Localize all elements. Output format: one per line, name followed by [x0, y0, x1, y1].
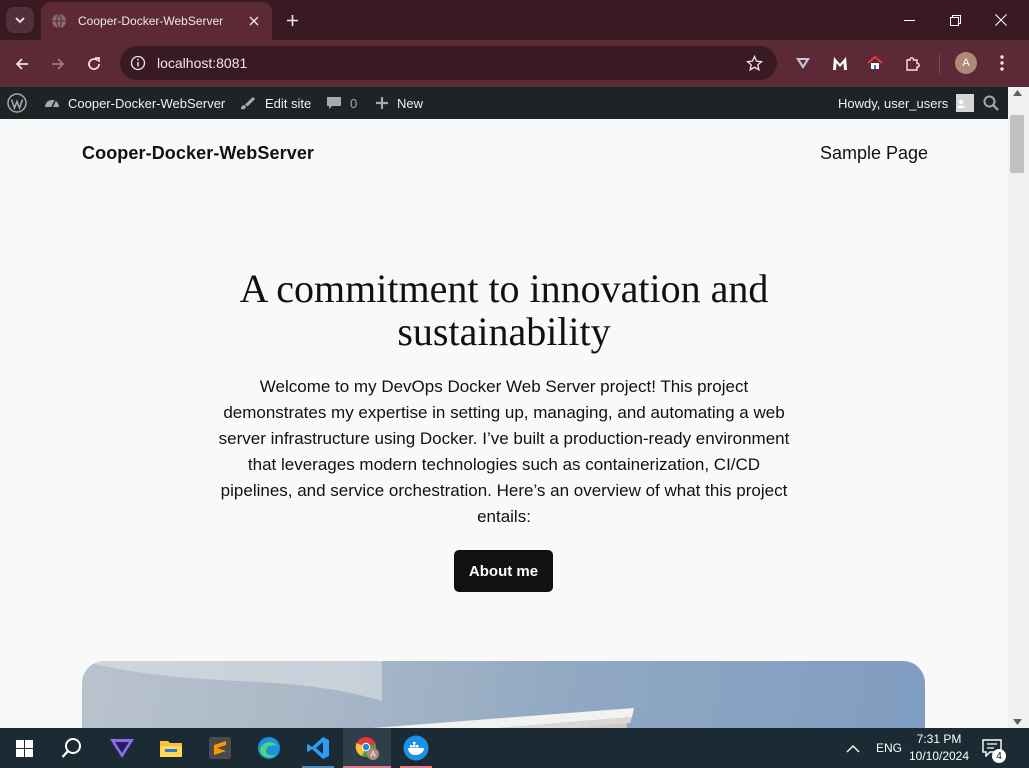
- new-label: New: [397, 95, 424, 111]
- sublime-text-icon: [209, 737, 231, 759]
- new-content-menu[interactable]: New: [375, 87, 423, 119]
- docker-icon: [403, 735, 429, 761]
- malwarebytes-button[interactable]: [830, 53, 850, 73]
- site-name-menu[interactable]: Cooper-Docker-WebServer: [44, 87, 225, 119]
- profile-avatar[interactable]: A: [955, 52, 977, 74]
- menu-dots-icon: [1000, 55, 1004, 71]
- scroll-up-icon[interactable]: [1013, 90, 1022, 96]
- edge-icon: [258, 737, 280, 759]
- hero-building-image: [82, 661, 925, 728]
- extensions-button[interactable]: [902, 53, 922, 73]
- taskbar-edge[interactable]: [245, 728, 293, 768]
- taskbar-proton-vpn[interactable]: [98, 728, 146, 768]
- clock-date: 10/10/2024: [908, 749, 970, 763]
- browser-tab-active[interactable]: Cooper-Docker-WebServer: [41, 2, 272, 40]
- proton-vpn-icon: [110, 739, 134, 758]
- clock-time: 7:31 PM: [916, 732, 962, 746]
- minimize-button[interactable]: [886, 0, 932, 40]
- taskbar-search-button[interactable]: [48, 728, 96, 768]
- scroll-thumb[interactable]: [1010, 115, 1024, 173]
- site-name-label: Cooper-Docker-WebServer: [68, 95, 226, 111]
- windows-start-icon: [15, 739, 33, 757]
- wordpress-icon: [7, 93, 27, 113]
- tab-search-icon: [15, 17, 25, 24]
- forward-icon: [52, 58, 65, 70]
- browser-toolbar: localhost:8081 A: [0, 40, 1029, 87]
- comment-icon: [327, 97, 341, 109]
- wp-admin-bar: Cooper-Docker-WebServer Edit site 0 New …: [0, 87, 1029, 119]
- system-clock[interactable]: 7:31 PM 10/10/2024: [906, 731, 972, 765]
- tray-overflow-button[interactable]: [846, 728, 860, 768]
- windows-taskbar: A ENG 7:31 PM 10/10/2024: [0, 728, 1029, 768]
- vscode-icon: [307, 737, 329, 759]
- malwarebytes-icon: [833, 57, 847, 70]
- notification-count-badge: 4: [992, 749, 1006, 763]
- file-explorer-icon: [160, 741, 182, 757]
- new-tab-button[interactable]: [282, 10, 302, 30]
- hero-description: Welcome to my DevOps Docker Web Server p…: [218, 377, 790, 526]
- nav-sample-page[interactable]: Sample Page: [820, 143, 928, 164]
- close-icon[interactable]: [246, 13, 262, 29]
- taskbar-vscode[interactable]: [294, 728, 342, 768]
- forward-button[interactable]: [46, 52, 70, 76]
- taskbar-sublime-text[interactable]: [196, 728, 244, 768]
- back-button[interactable]: [10, 52, 34, 76]
- home-extension-button[interactable]: [865, 53, 885, 73]
- site-info-icon[interactable]: [129, 54, 147, 72]
- wordpress-logo-menu[interactable]: [7, 87, 35, 119]
- home-extension-icon: [867, 55, 883, 69]
- start-button[interactable]: [0, 728, 48, 768]
- minimize-icon: [903, 19, 915, 21]
- comments-count: 0: [350, 95, 358, 111]
- vpn-extension-icon: [796, 58, 810, 69]
- vpn-extension-button[interactable]: [793, 53, 813, 73]
- star-icon[interactable]: [745, 54, 763, 72]
- address-bar[interactable]: localhost:8081: [120, 46, 777, 80]
- taskbar-docker[interactable]: [392, 728, 440, 768]
- admin-search-button[interactable]: [983, 87, 1007, 119]
- edit-site-label: Edit site: [265, 95, 312, 111]
- chevron-up-icon: [846, 744, 860, 752]
- search-icon: [983, 95, 999, 111]
- toolbar-separator: [939, 54, 940, 74]
- tab-search-button[interactable]: [6, 7, 34, 33]
- site-title-link[interactable]: Cooper-Docker-WebServer: [82, 143, 314, 164]
- dashboard-icon: [45, 100, 59, 108]
- scroll-down-icon[interactable]: [1013, 719, 1022, 725]
- hero-heading: A commitment to innovation and sustainab…: [239, 266, 769, 354]
- tab-title: Cooper-Docker-WebServer: [78, 14, 224, 28]
- brush-icon: [241, 97, 255, 110]
- back-icon: [15, 58, 28, 70]
- close-icon: [995, 14, 1007, 26]
- url-text[interactable]: localhost:8081: [157, 55, 247, 71]
- page-viewport: Cooper-Docker-WebServer Sample Page A co…: [0, 119, 1008, 728]
- taskbar-chrome[interactable]: A: [343, 728, 391, 768]
- comments-link[interactable]: 0: [326, 87, 357, 119]
- reload-icon: [88, 57, 100, 70]
- plus-icon: [286, 14, 298, 26]
- language-indicator[interactable]: ENG: [876, 728, 902, 768]
- chrome-icon: A: [355, 737, 379, 760]
- chrome-profile-badge: A: [370, 750, 376, 759]
- taskbar-file-explorer[interactable]: [147, 728, 195, 768]
- page-scrollbar[interactable]: [1008, 87, 1029, 728]
- browser-tab-bar: Cooper-Docker-WebServer: [0, 0, 1029, 40]
- howdy-label: Howdy, user_users: [838, 95, 949, 111]
- my-account-menu[interactable]: Howdy, user_users: [838, 87, 975, 119]
- reload-button[interactable]: [82, 52, 106, 76]
- restore-icon: [949, 14, 961, 26]
- user-avatar: [956, 94, 975, 112]
- browser-menu-button[interactable]: [992, 53, 1012, 73]
- about-me-button[interactable]: About me: [454, 550, 553, 592]
- edit-site-link[interactable]: Edit site: [239, 87, 311, 119]
- globe-icon: [51, 13, 67, 29]
- close-window-button[interactable]: [978, 0, 1024, 40]
- extensions-icon: [905, 56, 920, 71]
- taskbar-search-icon: [61, 738, 81, 758]
- restore-button[interactable]: [932, 0, 978, 40]
- plus-icon: [376, 97, 388, 109]
